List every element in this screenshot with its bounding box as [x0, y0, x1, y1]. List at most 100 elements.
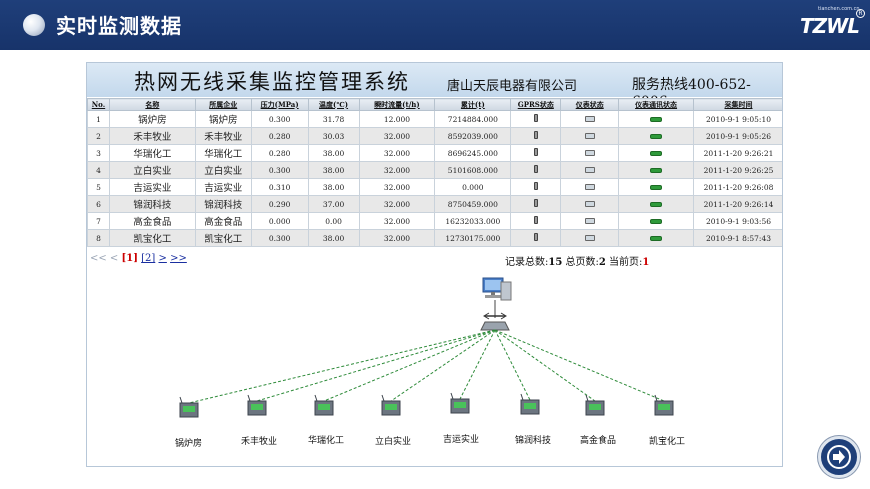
- flow-meter-icon[interactable]: [450, 392, 470, 414]
- comm-status-cell: [618, 229, 694, 247]
- row-number: 7: [87, 212, 110, 230]
- meter-status-cell: [560, 110, 620, 128]
- table-row[interactable]: 3 华瑞化工 华瑞化工 0.280 38.00 32.000 8696245.0…: [87, 144, 782, 162]
- computer-server-icon[interactable]: [482, 277, 512, 301]
- meter-status-icon: [584, 217, 595, 224]
- temperature-value: 30.03: [307, 127, 360, 145]
- row-number: 1: [87, 110, 110, 128]
- gprs-status-cell: [510, 212, 562, 230]
- cumulative-value: 8750459.000: [434, 195, 512, 213]
- instant-flow-value: 32.000: [358, 144, 436, 162]
- instant-flow-value: 12.000: [358, 110, 436, 128]
- arrow-right-circle-icon: [827, 445, 851, 469]
- cumulative-value: 8696245.000: [434, 144, 512, 162]
- comm-status-cell: [618, 212, 694, 230]
- station-name: 华瑞化工: [108, 144, 196, 162]
- table-row[interactable]: 6 锦润科技 锦润科技 0.290 37.00 32.000 8750459.0…: [87, 195, 782, 213]
- summary-total-label: 记录总数:: [505, 257, 549, 268]
- meter-status-icon: [584, 234, 595, 241]
- next-slide-button[interactable]: [818, 436, 860, 478]
- system-banner: 热网无线采集监控管理系统 唐山天辰电器有限公司 服务热线400-652-6006: [87, 63, 782, 110]
- collect-time: 2011-1-20 9:26:14: [693, 195, 782, 213]
- system-title: 热网无线采集监控管理系统: [134, 70, 410, 94]
- column-header[interactable]: GPRS状态: [510, 98, 562, 111]
- column-header[interactable]: 仪表通讯状态: [618, 98, 694, 111]
- wireless-link: [256, 329, 496, 402]
- flow-meter-icon[interactable]: [314, 394, 334, 416]
- table-row[interactable]: 7 高金食品 高金食品 0.000 0.00 32.000 16232033.0…: [87, 212, 782, 230]
- column-header[interactable]: 名称: [108, 98, 196, 111]
- company-logo: TZWL: [800, 14, 860, 38]
- column-header[interactable]: 温度(℃): [307, 98, 360, 111]
- pager-page-1[interactable]: [1]: [122, 253, 138, 264]
- meter-status-icon: [584, 132, 595, 139]
- meter-status-cell: [560, 195, 620, 213]
- gprs-phone-icon: [533, 199, 538, 207]
- registered-mark-icon: R: [856, 9, 865, 18]
- pager-page-2[interactable]: [2]: [141, 253, 155, 264]
- meter-status-cell: [560, 161, 620, 179]
- comm-status-cell: [618, 178, 694, 196]
- table-row[interactable]: 4 立白实业 立白实业 0.300 38.00 32.000 5101608.0…: [87, 161, 782, 179]
- pager-next[interactable]: >: [158, 253, 166, 264]
- comm-status-cell: [618, 195, 694, 213]
- pager-last[interactable]: >>: [170, 253, 187, 264]
- node-label: 禾丰牧业: [241, 437, 278, 447]
- summary-pages-label: 总页数:: [565, 257, 599, 268]
- pressure-value: 0.300: [250, 229, 309, 247]
- column-header[interactable]: 瞬时流量(t/h): [358, 98, 436, 111]
- column-header[interactable]: 累计(t): [434, 98, 512, 111]
- column-header[interactable]: 所属企业: [194, 98, 252, 111]
- record-summary: 记录总数:15 总页数:2 当前页:1: [505, 253, 649, 268]
- comm-status-cell: [618, 161, 694, 179]
- slide-title: 实时监测数据: [56, 14, 182, 38]
- comm-ok-icon: [650, 167, 663, 173]
- comm-ok-icon: [650, 133, 663, 139]
- comm-ok-icon: [650, 218, 663, 224]
- station-name: 吉运实业: [108, 178, 196, 196]
- table-row[interactable]: 2 禾丰牧业 禾丰牧业 0.280 30.03 32.000 8592039.0…: [87, 127, 782, 145]
- temperature-value: 0.00: [307, 212, 360, 230]
- temperature-value: 38.00: [307, 229, 360, 247]
- meter-status-icon: [584, 115, 595, 122]
- column-header[interactable]: No.: [87, 98, 110, 111]
- meter-status-icon: [584, 149, 595, 156]
- table-row[interactable]: 1 锅炉房 锅炉房 0.300 31.78 12.000 7214884.000…: [87, 110, 782, 128]
- table-body: 1 锅炉房 锅炉房 0.300 31.78 12.000 7214884.000…: [87, 110, 782, 247]
- table-row[interactable]: 5 吉运实业 吉运实业 0.310 38.00 32.000 0.000 201…: [87, 178, 782, 196]
- enterprise-name: 立白实业: [194, 161, 252, 179]
- system-screenshot-panel: 热网无线采集监控管理系统 唐山天辰电器有限公司 服务热线400-652-6006…: [86, 62, 783, 467]
- column-header[interactable]: 仪表状态: [560, 98, 620, 111]
- node-label: 立白实业: [375, 437, 412, 447]
- table-header-row: No. 名称 所属企业 压力(MPa) 温度(℃) 瞬时流量(t/h) 累计(t…: [87, 98, 782, 111]
- table-row[interactable]: 8 凯宝化工 凯宝化工 0.300 38.00 32.000 12730175.…: [87, 229, 782, 247]
- row-number: 2: [87, 127, 110, 145]
- temperature-value: 31.78: [307, 110, 360, 128]
- cumulative-value: 0.000: [434, 178, 512, 196]
- pressure-value: 0.290: [250, 195, 309, 213]
- column-header[interactable]: 压力(MPa): [250, 98, 309, 111]
- flow-meter-icon[interactable]: [179, 396, 199, 418]
- company-name: 唐山天辰电器有限公司: [447, 79, 578, 94]
- collect-time: 2011-1-20 9:26:21: [693, 144, 782, 162]
- router-icon[interactable]: [480, 312, 510, 331]
- wireless-link: [323, 329, 496, 402]
- flow-meter-icon[interactable]: [520, 393, 540, 415]
- gprs-status-cell: [510, 127, 562, 145]
- node-label: 锦润科技: [515, 436, 552, 446]
- pressure-value: 0.280: [250, 127, 309, 145]
- summary-pages: 2: [598, 257, 606, 268]
- flow-meter-icon[interactable]: [247, 394, 267, 416]
- row-number: 3: [87, 144, 110, 162]
- flow-meter-icon[interactable]: [585, 394, 605, 416]
- gprs-phone-icon: [533, 114, 538, 122]
- gprs-phone-icon: [533, 131, 538, 139]
- collect-time: 2011-1-20 9:26:25: [693, 161, 782, 179]
- wireless-link: [494, 329, 531, 401]
- comm-ok-icon: [650, 235, 663, 241]
- enterprise-name: 锦润科技: [194, 195, 252, 213]
- logo-url: tianchen.com.cn: [818, 6, 860, 12]
- column-header[interactable]: 采集时间: [693, 98, 782, 111]
- comm-status-cell: [618, 144, 694, 162]
- flow-meter-icon[interactable]: [381, 394, 401, 416]
